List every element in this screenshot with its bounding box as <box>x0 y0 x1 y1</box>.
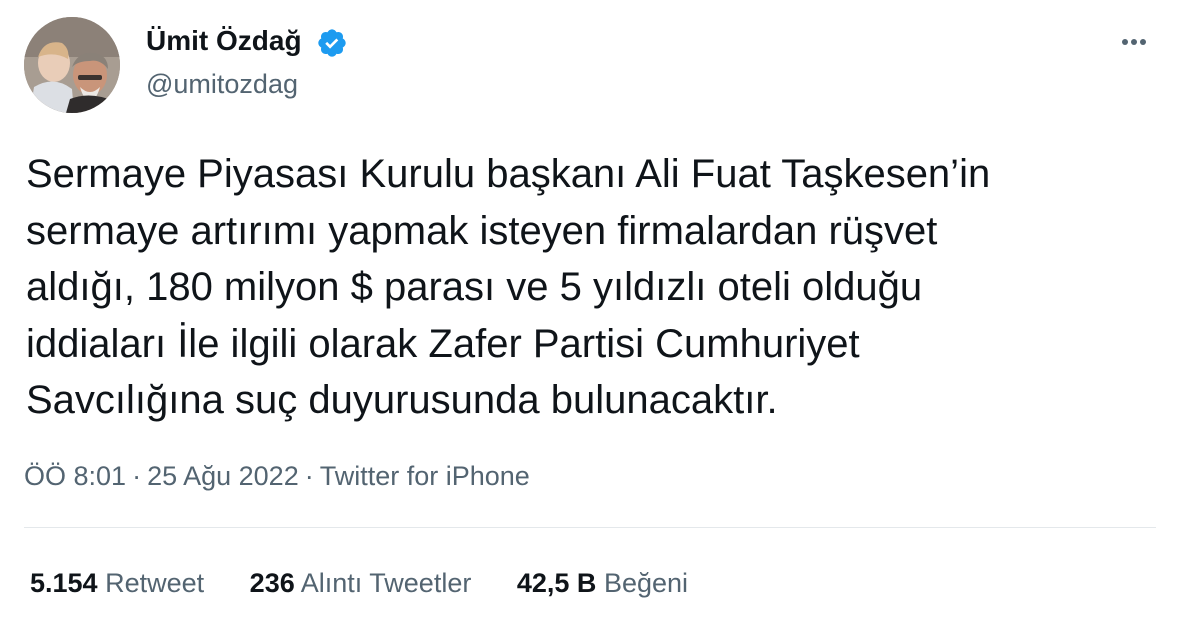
stat-count: 5.154 <box>30 568 98 598</box>
tweet-time[interactable]: ÖÖ 8:01 <box>24 461 126 491</box>
tweet-stats: 5.154 Retweet 236 Alıntı Tweetler 42,5 B… <box>30 565 688 601</box>
stat-label: Alıntı Tweetler <box>300 568 472 598</box>
author-handle[interactable]: @umitozdag <box>146 67 298 101</box>
divider <box>24 527 1156 528</box>
tweet-date[interactable]: 25 Ağu 2022 <box>147 461 299 491</box>
author-display-name[interactable]: Ümit Özdağ <box>146 23 302 59</box>
verified-badge-icon <box>318 29 346 57</box>
profile-photo <box>24 17 120 113</box>
tweet-card: Ümit Özdağ @umitozdag Sermaye Piyasası K… <box>0 0 1180 632</box>
retweet-count[interactable]: 5.154 Retweet <box>30 565 204 601</box>
meta-separator: · <box>304 461 314 491</box>
tweet-meta: ÖÖ 8:01 · 25 Ağu 2022 · Twitter for iPhone <box>24 458 530 494</box>
stat-label: Retweet <box>105 568 205 598</box>
quote-tweet-count[interactable]: 236 Alıntı Tweetler <box>250 565 472 601</box>
meta-separator: · <box>132 461 142 491</box>
like-count[interactable]: 42,5 B Beğeni <box>517 565 688 601</box>
stat-label: Beğeni <box>603 568 689 598</box>
tweet-text: Sermaye Piyasası Kurulu başkanı Ali Fuat… <box>26 152 991 422</box>
avatar[interactable] <box>24 17 120 113</box>
stat-count: 42,5 B <box>516 568 597 598</box>
tweet-source[interactable]: Twitter for iPhone <box>320 461 530 491</box>
more-horizontal-icon[interactable] <box>1112 26 1156 56</box>
stat-count: 236 <box>249 568 295 598</box>
